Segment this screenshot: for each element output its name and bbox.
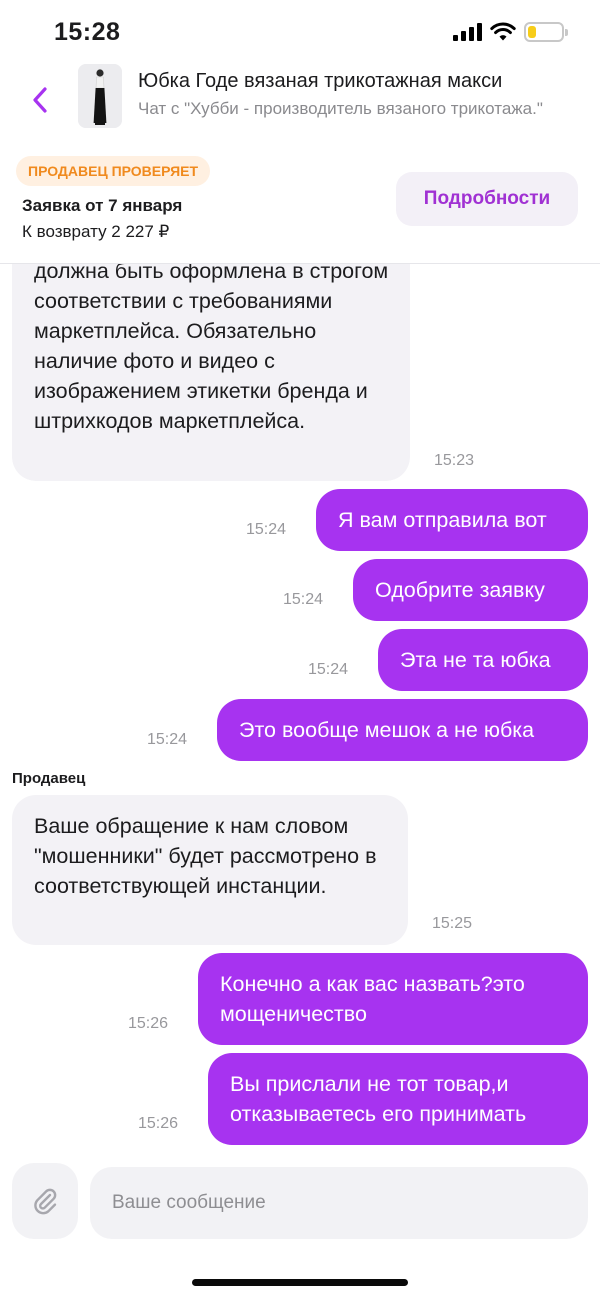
- message-bubble-outgoing: Конечно а как вас назвать?это мощеничест…: [198, 953, 588, 1045]
- message-time: 15:24: [147, 731, 188, 748]
- message-text: Это вообще мешок а не юбка: [239, 718, 535, 742]
- message-bubble-outgoing: Одобрите заявку: [353, 559, 588, 621]
- message-text: Конечно а как вас назвать?это мощеничест…: [220, 972, 525, 1026]
- message-time: 15:24: [246, 521, 287, 538]
- message-bubble-outgoing: Это вообще мешок а не юбка: [217, 699, 588, 761]
- message-time: 15:23: [434, 452, 475, 469]
- message-time: 15:24: [308, 661, 349, 678]
- message-time: 15:25: [432, 915, 473, 932]
- message-text: Эта не та юбка: [400, 648, 551, 672]
- message-bubble-outgoing: Вы прислали не тот товар,и отказываетесь…: [208, 1053, 588, 1145]
- order-info-panel: ПРОДАВЕЦ ПРОВЕРЯЕТ Заявка от 7 января К …: [0, 150, 600, 264]
- status-badge: ПРОДАВЕЦ ПРОВЕРЯЕТ: [16, 156, 211, 186]
- order-date: Заявка от 7 января: [22, 196, 183, 215]
- message-bubble-outgoing: Эта не та юбка: [378, 629, 588, 691]
- message-bubble-outgoing: Я вам отправила вот: [316, 489, 588, 551]
- message-bubble-incoming: Ваше обращение к нам словом "мошенники" …: [12, 795, 408, 945]
- refund-amount: К возврату 2 227 ₽: [22, 222, 170, 241]
- message-text: Вы прислали не тот товар,и отказываетесь…: [230, 1072, 527, 1126]
- message-time: 15:24: [283, 591, 324, 608]
- message-text: Ваше обращение к нам словом "мошенники" …: [34, 814, 377, 898]
- message-text: должна быть оформлена в строгом соответс…: [34, 259, 389, 433]
- message-text: Одобрите заявку: [375, 578, 545, 602]
- message-time: 15:26: [128, 1015, 169, 1032]
- message-bubble-incoming: должна быть оформлена в строгом соответс…: [12, 259, 410, 481]
- message-time: 15:26: [138, 1115, 179, 1132]
- message-text: Я вам отправила вот: [338, 508, 547, 532]
- sender-label: Продавец: [12, 770, 86, 787]
- details-button[interactable]: Подробности: [396, 172, 578, 226]
